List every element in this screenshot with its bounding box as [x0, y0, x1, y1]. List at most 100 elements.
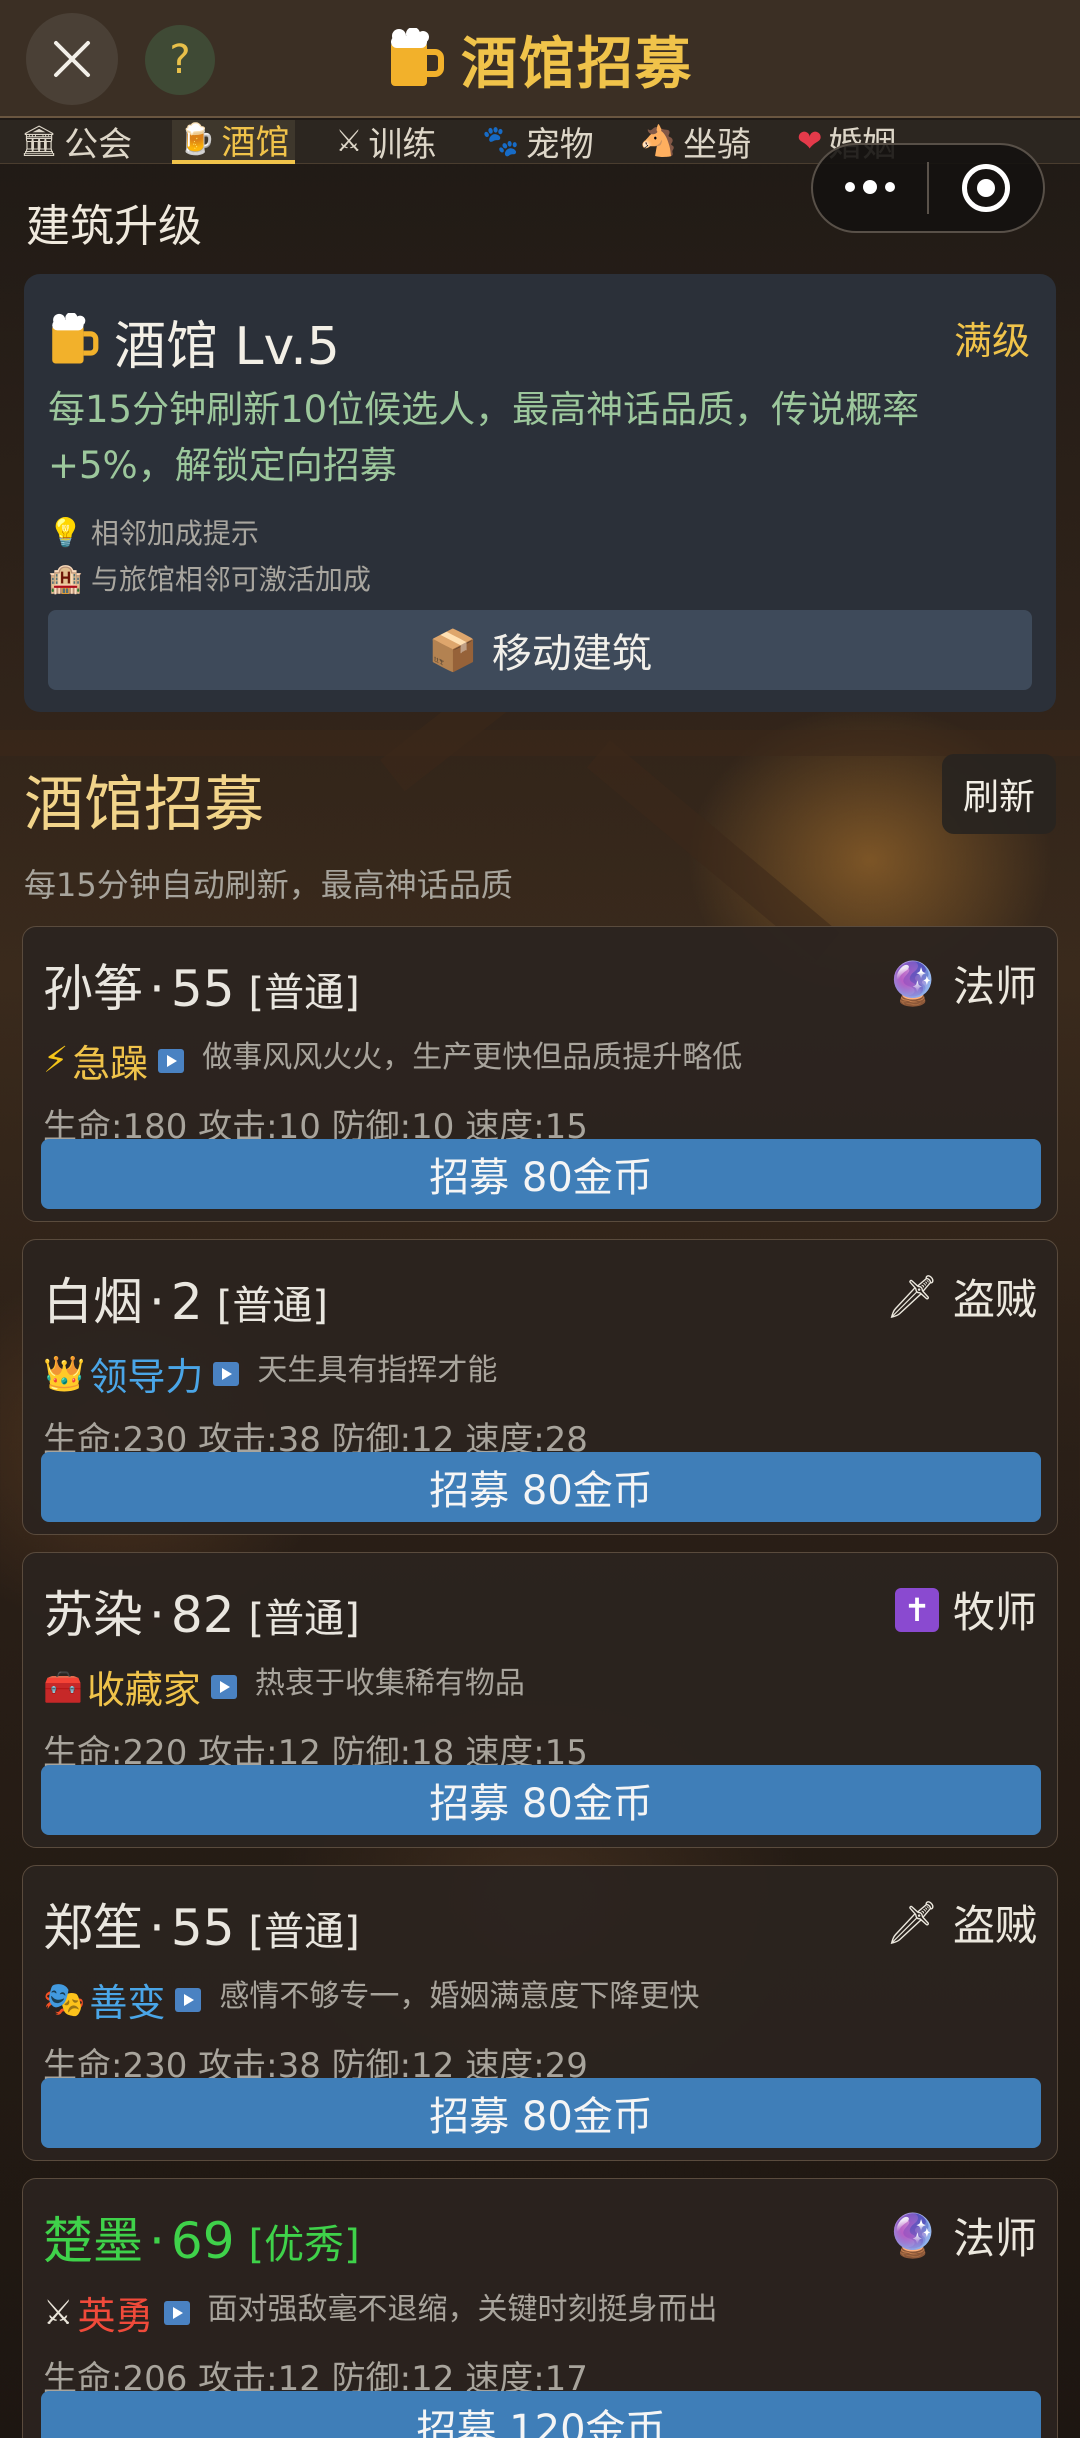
- move-button-label: 移动建筑: [491, 631, 652, 677]
- hero-level: 55: [170, 960, 235, 1018]
- hero-name-text: 白烟: [43, 1273, 143, 1331]
- background-beam: [0, 730, 1080, 756]
- hero-rarity: [优秀]: [248, 2222, 360, 2268]
- trait-info-button[interactable]: [213, 1361, 240, 1386]
- close-button[interactable]: [26, 13, 118, 105]
- building-description: 每15分钟刷新10位候选人，最高神话品质，传说概率+5%，解锁定向招募: [48, 388, 920, 487]
- hero-name: 孙筝 · 55 [普通]: [43, 949, 360, 1021]
- tab-tavern[interactable]: 🍺 酒馆: [172, 119, 296, 164]
- help-button[interactable]: ?: [145, 25, 215, 95]
- trait-info-button[interactable]: [175, 1987, 202, 2012]
- tab-label: 训练: [368, 125, 437, 165]
- beer-icon: [48, 311, 100, 371]
- recruit-button[interactable]: 招募 120金币: [41, 2391, 1041, 2438]
- tab-label: 坐骑: [683, 125, 752, 165]
- hero-name: 楚墨 · 69 [优秀]: [43, 2201, 360, 2273]
- separator: ·: [149, 960, 165, 1018]
- exit-button[interactable]: [929, 143, 1043, 233]
- max-level-badge: 满级: [953, 319, 1030, 363]
- trait-name: 英勇: [77, 2294, 154, 2338]
- hero-trait: 👑 领导力 天生具有指挥才能: [43, 1346, 497, 1401]
- trait-description: 感情不够专一，婚姻满意度下降更快: [219, 1978, 700, 2014]
- trait-name: 善变: [89, 1981, 166, 2025]
- hero-class-label: 牧师: [952, 1588, 1037, 1637]
- recruit-button[interactable]: 招募 80金币: [41, 1139, 1041, 1209]
- trait-description: 面对强敌毫不退缩，关键时刻挺身而出: [207, 2291, 718, 2327]
- lightbulb-icon: 💡: [48, 515, 83, 549]
- hint-text: 与旅馆相邻可激活加成: [90, 563, 371, 596]
- hero-name: 苏染 · 82 [普通]: [43, 1575, 360, 1647]
- top-bar: ? 酒馆招募: [0, 0, 1080, 118]
- package-icon: 📦: [428, 627, 478, 674]
- beer-icon: [387, 28, 445, 90]
- hero-rarity: [普通]: [248, 1596, 360, 1642]
- hero-rarity: [普通]: [248, 1909, 360, 1955]
- hero-rarity: [普通]: [248, 970, 360, 1016]
- recruit-button[interactable]: 招募 80金币: [41, 1765, 1041, 1835]
- adjacency-hint: 💡 相邻加成提示: [48, 512, 259, 552]
- cross-icon: ✝: [894, 1587, 939, 1632]
- hero-card: 孙筝 · 55 [普通] 🔮 法师 ⚡ 急躁 做事风风火火，生产更快但品质提升略低 …: [22, 926, 1058, 1222]
- tab-label: 公会: [64, 125, 133, 165]
- masks-icon: 🎭: [43, 1979, 86, 2020]
- hero-class-label: 法师: [952, 2214, 1037, 2263]
- recruit-button[interactable]: 招募 80金币: [41, 2078, 1041, 2148]
- tab-label: 宠物: [525, 125, 594, 165]
- trait-description: 天生具有指挥才能: [257, 1352, 498, 1388]
- hero-card: 白烟 · 2 [普通] 🗡 盗贼 👑 领导力 天生具有指挥才能 生命:230 攻击:…: [22, 1239, 1058, 1535]
- paw-icon: 🐾: [482, 124, 520, 159]
- hero-name-text: 孙筝: [43, 960, 143, 1018]
- refresh-button[interactable]: 刷新: [942, 754, 1056, 834]
- move-building-button[interactable]: 📦 移动建筑: [48, 610, 1032, 690]
- hero-class-label: 盗贼: [952, 1275, 1037, 1324]
- hero-class-label: 盗贼: [952, 1901, 1037, 1950]
- header-title: 酒馆招募: [461, 31, 693, 97]
- tab-guild[interactable]: 🏛 公会: [14, 120, 138, 165]
- close-icon: [54, 41, 90, 77]
- separator: ·: [149, 1586, 165, 1644]
- tab-pets[interactable]: 🐾 宠物: [476, 120, 599, 165]
- hero-trait: 🎭 善变 感情不够专一，婚姻满意度下降更快: [43, 1972, 699, 2027]
- trait-description: 做事风风火火，生产更快但品质提升略低: [202, 1039, 743, 1075]
- recruit-button[interactable]: 招募 80金币: [41, 1452, 1041, 1522]
- hero-trait: 🧰 收藏家 热衷于收集稀有物品: [43, 1659, 525, 1714]
- hero-name-text: 郑笙: [43, 1899, 143, 1957]
- crystal-ball-icon: 🔮: [886, 958, 939, 1008]
- crown-icon: 👑: [43, 1353, 86, 1394]
- tab-training[interactable]: ⚔ 训练: [329, 120, 442, 165]
- hero-level: 82: [170, 1586, 235, 1644]
- crystal-ball-icon: 🔮: [886, 2210, 939, 2260]
- tab-mounts[interactable]: 🐴 坐骑: [634, 120, 757, 165]
- beer-icon: 🍺: [178, 122, 216, 157]
- hero-name-text: 楚墨: [43, 2212, 143, 2270]
- target-icon: [962, 164, 1010, 212]
- trait-info-button[interactable]: [158, 1048, 185, 1073]
- hero-card: 楚墨 · 69 [优秀] 🔮 法师 ⚔ 英勇 面对强敌毫不退缩，关键时刻挺身而出 生…: [22, 2178, 1058, 2438]
- building-name: 酒馆 Lv.5: [48, 304, 340, 379]
- trait-description: 热衷于收集稀有物品: [254, 1665, 525, 1701]
- more-button[interactable]: [813, 143, 927, 233]
- separator: ·: [149, 2212, 165, 2270]
- hero-trait: ⚔ 英勇 面对强敌毫不退缩，关键时刻挺身而出: [43, 2285, 718, 2340]
- tab-label: 酒馆: [221, 123, 290, 163]
- trait-name: 急躁: [72, 1042, 149, 1086]
- lightning-icon: ⚡: [43, 1040, 69, 1081]
- building-title: 酒馆 Lv.5: [114, 317, 340, 377]
- guild-icon: 🏛: [20, 124, 59, 159]
- hint-text: 相邻加成提示: [90, 517, 259, 550]
- hero-level: 69: [170, 2212, 235, 2270]
- dagger-icon: 🗡: [885, 1897, 939, 1947]
- building-card: 酒馆 Lv.5 满级 每15分钟刷新10位候选人，最高神话品质，传说概率+5%，…: [24, 274, 1056, 712]
- hero-name-text: 苏染: [43, 1586, 143, 1644]
- recruit-subtitle: 每15分钟自动刷新，最高神话品质: [24, 866, 513, 904]
- trait-info-button[interactable]: [210, 1674, 237, 1699]
- trait-info-button[interactable]: [163, 2300, 190, 2325]
- section-label: 建筑升级: [26, 201, 202, 252]
- mini-program-capsule: [811, 143, 1045, 233]
- hero-trait: ⚡ 急躁 做事风风火火，生产更快但品质提升略低: [43, 1033, 742, 1088]
- hero-name: 白烟 · 2 [普通]: [43, 1262, 328, 1334]
- trait-name: 领导力: [89, 1355, 204, 1399]
- crossed-swords-icon: ⚔: [43, 2292, 74, 2333]
- hero-class: 🗡 盗贼: [886, 1892, 1037, 1953]
- crossed-swords-icon: ⚔: [335, 124, 363, 159]
